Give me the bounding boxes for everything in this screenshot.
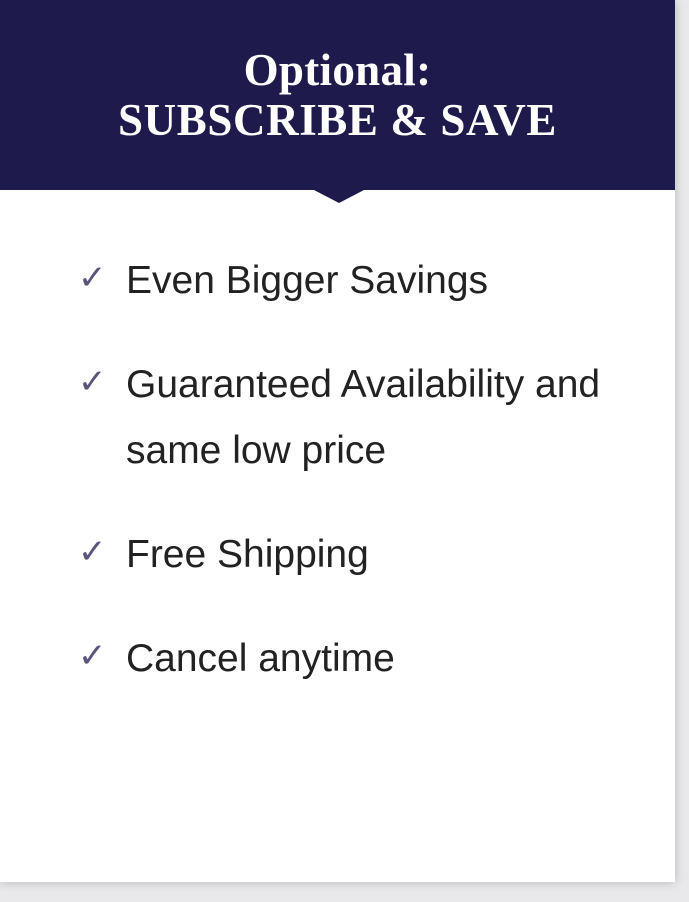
checkmark-icon: ✓: [78, 636, 107, 676]
header-optional-label: Optional:: [243, 44, 432, 95]
feature-item-free-shipping: ✓ Free Shipping: [78, 522, 638, 588]
header-title: SUBSCRIBE & SAVE: [118, 95, 557, 145]
checkmark-icon: ✓: [78, 258, 107, 298]
feature-text: Free Shipping: [126, 533, 369, 576]
feature-text: Guaranteed Availability and same low pri…: [126, 363, 601, 472]
checkmark-icon: ✓: [78, 532, 107, 572]
checkmark-icon: ✓: [78, 362, 107, 402]
subscribe-save-card: Optional: SUBSCRIBE & SAVE ✓ Even Bigger…: [0, 0, 675, 882]
header-pointer-arrow: [314, 190, 364, 203]
feature-text: Cancel anytime: [126, 637, 395, 680]
feature-item-guaranteed-availability: ✓ Guaranteed Availability and same low p…: [78, 352, 638, 484]
feature-list: ✓ Even Bigger Savings ✓ Guaranteed Avail…: [78, 248, 638, 730]
feature-item-cancel-anytime: ✓ Cancel anytime: [78, 626, 638, 692]
feature-item-even-bigger-savings: ✓ Even Bigger Savings: [78, 248, 638, 314]
feature-text: Even Bigger Savings: [126, 259, 489, 302]
subscribe-save-header: Optional: SUBSCRIBE & SAVE: [0, 0, 675, 203]
